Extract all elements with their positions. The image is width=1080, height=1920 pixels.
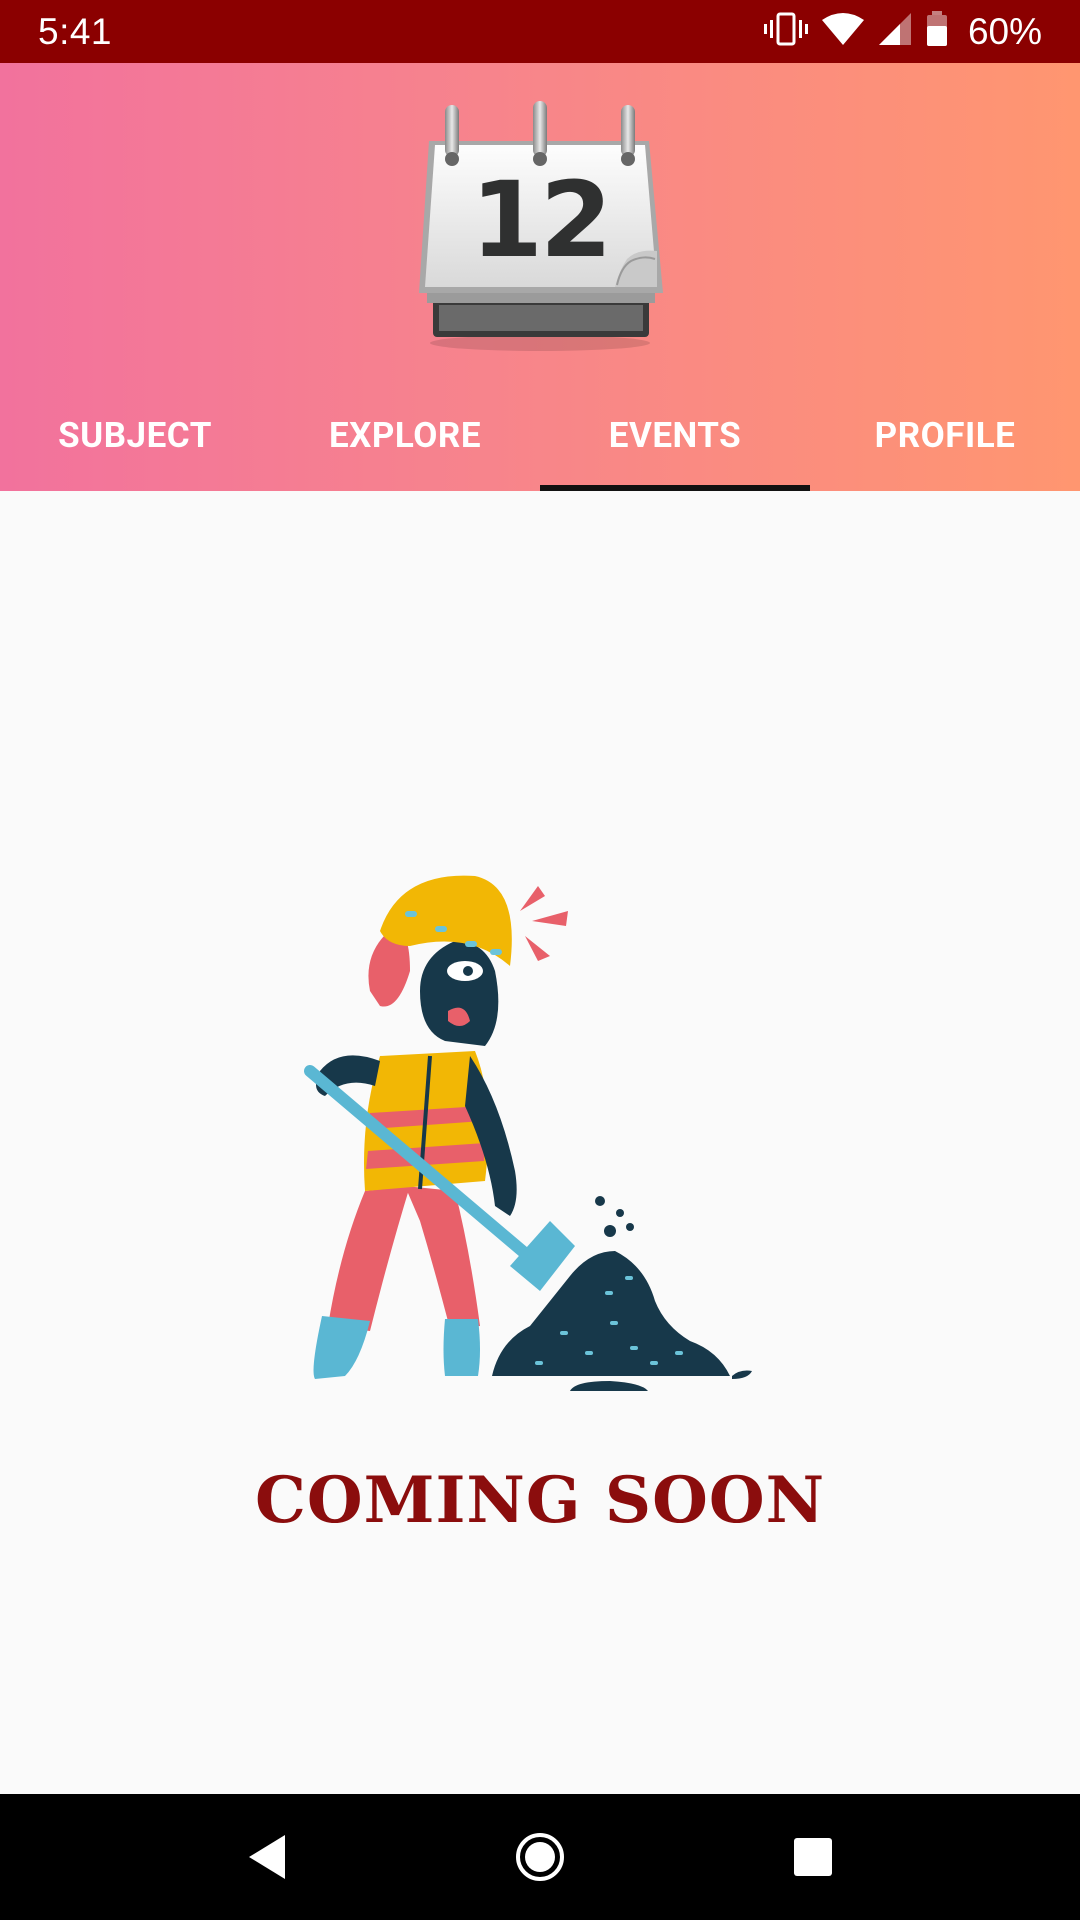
tab-label: EVENTS <box>608 414 742 456</box>
system-nav-bar <box>0 1794 1080 1920</box>
tab-profile[interactable]: PROFILE <box>810 393 1080 491</box>
tab-bar: SUBJECT EXPLORE EVENTS PROFILE <box>0 393 1080 491</box>
construction-worker-illustration <box>270 871 810 1411</box>
battery-icon <box>926 11 948 52</box>
battery-percent: 60% <box>967 10 1042 52</box>
recents-icon[interactable] <box>773 1817 853 1897</box>
tab-subject[interactable]: SUBJECT <box>0 393 270 491</box>
status-bar: 5:41 60% <box>0 0 1080 63</box>
back-icon[interactable] <box>227 1817 307 1897</box>
tab-events[interactable]: EVENTS <box>540 393 810 491</box>
vibrate-icon <box>763 11 808 52</box>
calendar-day: 12 <box>470 159 613 281</box>
signal-icon <box>878 12 912 51</box>
tab-label: SUBJECT <box>58 414 212 456</box>
calendar-icon: 12 <box>405 81 675 351</box>
coming-soon-message: COMING SOON <box>254 1463 826 1538</box>
events-content: COMING SOON <box>0 491 1080 1794</box>
status-icons: 60% <box>763 10 1042 53</box>
tab-explore[interactable]: EXPLORE <box>270 393 540 491</box>
home-icon[interactable] <box>500 1817 580 1897</box>
tab-label: EXPLORE <box>328 414 482 456</box>
wifi-icon <box>821 12 864 51</box>
status-time: 5:41 <box>38 10 113 52</box>
tab-label: PROFILE <box>874 414 1016 456</box>
app-header: 12 SUBJECT EXPLORE EVENTS PROFILE <box>0 63 1080 491</box>
